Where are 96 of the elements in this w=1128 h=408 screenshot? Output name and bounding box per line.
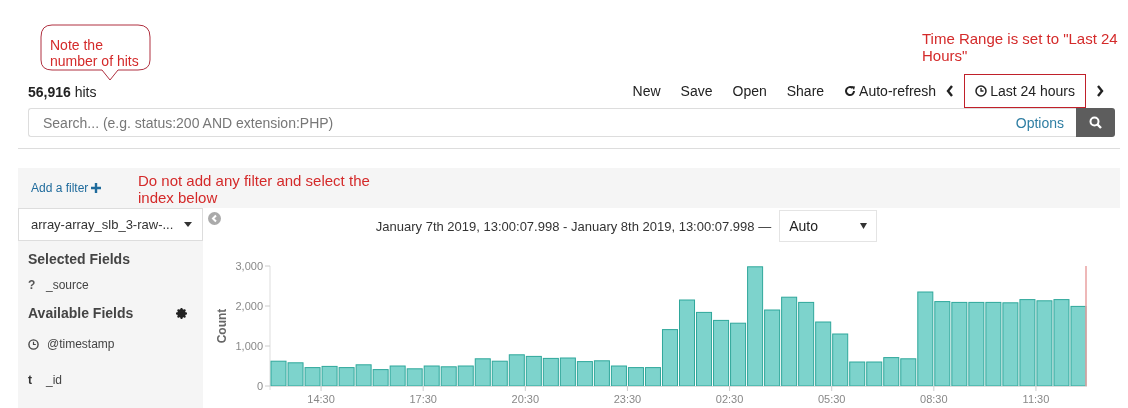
histogram-bar[interactable] (576, 361, 593, 387)
histogram-bar[interactable] (423, 365, 440, 387)
histogram-bar[interactable] (883, 357, 900, 387)
annotation-text: Time Range is set to "Last 24 Hours" (922, 30, 1119, 64)
histogram-bar[interactable] (542, 357, 559, 387)
histogram-bar[interactable] (679, 299, 695, 387)
histogram-bar[interactable] (1036, 300, 1053, 387)
search-icon (1089, 116, 1102, 129)
date-range-text: January 7th 2019, 13:00:07.998 - January 8th 2019, 13:00:07.998 — (375, 218, 772, 234)
histogram-bar[interactable] (968, 301, 985, 387)
x-tick-label: 20:30 (511, 393, 540, 405)
histogram-bar[interactable] (406, 368, 423, 387)
histogram-bar[interactable] (559, 357, 576, 387)
y-tick-label: 3,000 (235, 260, 263, 272)
histogram-bar[interactable] (696, 311, 713, 387)
caret-icon (860, 223, 868, 229)
y-tick-label: 1,000 (235, 340, 263, 352)
histogram-bar[interactable] (832, 333, 849, 387)
x-tick-label: 08:30 (920, 393, 948, 405)
histogram-bar[interactable] (985, 301, 1002, 387)
histogram-bar[interactable] (491, 360, 508, 387)
add-filter-link[interactable]: Add a filter (31, 181, 102, 195)
caret-icon (184, 222, 192, 227)
histogram-bar[interactable] (287, 362, 304, 387)
hit-count: 56,916 hits (28, 84, 97, 100)
histogram-bar[interactable] (270, 360, 287, 387)
histogram-bar[interactable] (525, 355, 542, 387)
x-tick-label: 14:30 (307, 393, 335, 405)
histogram-bar[interactable] (321, 365, 338, 387)
histogram-bar[interactable] (1019, 299, 1036, 387)
histogram-bar[interactable] (474, 358, 491, 387)
y-tick-label: 0 (256, 380, 263, 392)
refresh-icon (844, 85, 857, 97)
collapse-icon[interactable] (208, 212, 221, 225)
histogram-bar[interactable] (781, 296, 798, 387)
field-name[interactable]: @timestamp (47, 337, 115, 351)
menu-link[interactable]: Share (786, 83, 825, 99)
menu-link[interactable]: Save (680, 83, 713, 99)
search-button[interactable] (1076, 108, 1115, 137)
x-tick-label: 05:30 (817, 393, 846, 405)
histogram-bar[interactable] (1002, 302, 1019, 387)
x-tick-label: 17:30 (409, 393, 437, 405)
histogram-bar[interactable] (934, 301, 951, 387)
histogram-bar[interactable] (849, 361, 866, 387)
y-tick-label: 2,000 (235, 300, 263, 312)
histogram-bar[interactable] (917, 291, 934, 387)
x-tick-label: 02:30 (715, 393, 744, 405)
histogram-bar[interactable] (304, 367, 321, 387)
histogram-bar[interactable] (372, 369, 389, 387)
histogram-bar[interactable] (440, 366, 457, 387)
field-name[interactable]: _id (46, 373, 62, 387)
x-tick-label: 11:30 (1022, 393, 1050, 405)
index-pattern-dropdown[interactable]: array-array_slb_3-raw-... (18, 208, 203, 241)
x-tick-label: 23:30 (613, 393, 642, 405)
settings-icon[interactable] (176, 307, 187, 319)
histogram-bar[interactable] (713, 319, 730, 387)
histogram-bar[interactable] (866, 361, 883, 387)
plus-icon (91, 183, 102, 193)
field-name[interactable]: _source (46, 278, 89, 292)
histogram-bar[interactable] (900, 358, 917, 387)
histogram-bar[interactable] (457, 365, 474, 387)
menu-link[interactable]: Open (732, 83, 767, 99)
search-field[interactable]: Search... (e.g. status:200 AND extension:PHP) Options (28, 108, 1076, 137)
histogram-bar[interactable] (610, 365, 627, 387)
histogram-bar[interactable] (389, 365, 406, 387)
histogram-bar[interactable] (747, 266, 764, 387)
chevron-right-icon[interactable] (1096, 85, 1104, 97)
menu-link[interactable]: New (632, 83, 661, 99)
histogram-bar[interactable] (355, 364, 372, 387)
chevron-left-icon[interactable] (946, 85, 955, 97)
histogram-bar[interactable] (815, 321, 832, 387)
histogram-bar[interactable] (644, 367, 661, 387)
histogram-bar[interactable] (798, 301, 815, 387)
histogram-bar[interactable] (593, 360, 610, 387)
section-title: Selected Fields (27, 250, 131, 269)
histogram-bar[interactable] (1053, 299, 1070, 387)
histogram-bar[interactable] (662, 329, 678, 387)
field-type-label: t (28, 373, 33, 387)
histogram-bar[interactable] (508, 354, 525, 387)
y-axis-title: Count (215, 308, 229, 344)
histogram-bar[interactable] (627, 367, 644, 387)
histogram-bar[interactable] (951, 301, 968, 387)
field-type-label: ? (28, 278, 37, 292)
clock-icon (28, 338, 39, 350)
histogram-bar[interactable] (1070, 305, 1087, 387)
time-range-button[interactable]: Last 24 hours (964, 74, 1086, 108)
annotation-text: Do not add any filter and select the index below (138, 172, 371, 206)
histogram-bar[interactable] (730, 322, 747, 387)
section-title: Available Fields (28, 305, 134, 321)
histogram-bar[interactable] (338, 367, 355, 387)
interval-dropdown[interactable]: Auto (779, 210, 878, 242)
histogram-bar[interactable] (764, 309, 781, 387)
annotation-text: Note the number of hits (50, 37, 140, 69)
options-link[interactable]: Options (1015, 114, 1064, 131)
menu-link[interactable]: Auto-refresh (844, 83, 937, 99)
clock-icon (975, 85, 988, 97)
